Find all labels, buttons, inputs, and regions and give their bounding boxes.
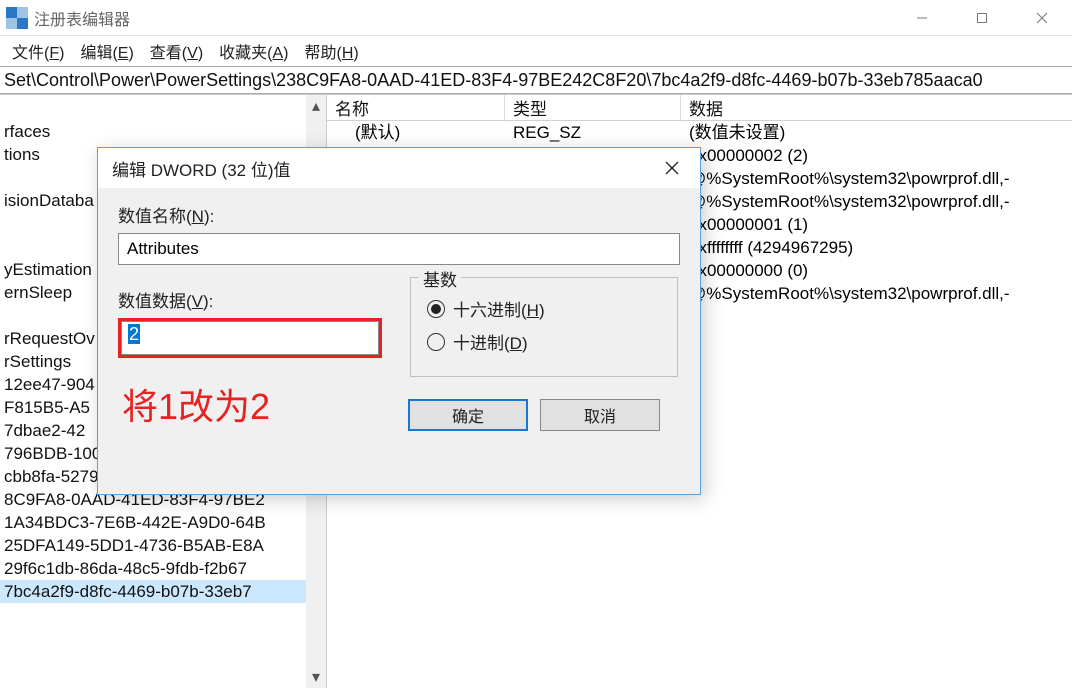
name-field[interactable] — [118, 233, 680, 265]
minimize-button[interactable] — [892, 0, 952, 36]
radix-group: 基数 十六进制(H) 十进制(D) — [410, 277, 678, 377]
scroll-up-icon[interactable]: ▴ — [306, 95, 326, 117]
regedit-icon — [6, 7, 28, 29]
value-field[interactable]: 2 — [121, 321, 379, 355]
list-row[interactable]: (默认)REG_SZ(数值未设置) — [327, 121, 1072, 144]
close-button[interactable] — [1012, 0, 1072, 36]
dialog-title: 编辑 DWORD (32 位)值 — [112, 156, 652, 181]
radio-hex-icon — [427, 300, 445, 318]
window-title: 注册表编辑器 — [34, 6, 892, 30]
scroll-down-icon[interactable]: ▾ — [306, 666, 326, 688]
tree-row[interactable]: 25DFA149-5DD1-4736-B5AB-E8A — [0, 534, 326, 557]
menu-edit[interactable]: 编辑(E) — [72, 35, 141, 67]
radio-dec-icon — [427, 333, 445, 351]
dialog-close-button[interactable] — [652, 152, 692, 184]
tree-row[interactable]: rfaces — [0, 120, 326, 143]
edit-dword-dialog: 编辑 DWORD (32 位)值 数值名称(N): 数值数据(V): 2 基数 … — [97, 147, 701, 495]
name-label: 数值名称(N): — [118, 202, 680, 227]
value-input-highlight: 2 — [118, 318, 382, 358]
tree-row[interactable] — [0, 97, 326, 120]
menubar: 文件(F) 编辑(E) 查看(V) 收藏夹(A) 帮助(H) — [0, 36, 1072, 66]
annotation-text: 将1改为2 — [122, 378, 270, 430]
tree-row[interactable]: 1A34BDC3-7E6B-442E-A9D0-64B — [0, 511, 326, 534]
cancel-button[interactable]: 取消 — [540, 399, 660, 431]
data-label: 数值数据(V): — [118, 287, 382, 312]
column-type[interactable]: 类型 — [505, 95, 681, 122]
list-header: 名称 类型 数据 — [327, 95, 1072, 121]
radio-dec[interactable]: 十进制(D) — [427, 329, 661, 354]
menu-fav[interactable]: 收藏夹(A) — [211, 35, 296, 67]
menu-file[interactable]: 文件(F) — [4, 35, 72, 67]
ok-button[interactable]: 确定 — [408, 399, 528, 431]
radio-hex[interactable]: 十六进制(H) — [427, 296, 661, 321]
titlebar: 注册表编辑器 — [0, 0, 1072, 36]
maximize-button[interactable] — [952, 0, 1012, 36]
address-bar[interactable]: Set\Control\Power\PowerSettings\238C9FA8… — [0, 66, 1072, 94]
menu-help[interactable]: 帮助(H) — [296, 35, 366, 67]
tree-row[interactable]: 7bc4a2f9-d8fc-4469-b07b-33eb7 — [0, 580, 326, 603]
tree-row[interactable]: 29f6c1db-86da-48c5-9fdb-f2b67 — [0, 557, 326, 580]
menu-view[interactable]: 查看(V) — [142, 35, 211, 67]
radix-legend: 基数 — [419, 266, 461, 291]
column-data[interactable]: 数据 — [681, 95, 1072, 122]
column-name[interactable]: 名称 — [327, 95, 505, 122]
